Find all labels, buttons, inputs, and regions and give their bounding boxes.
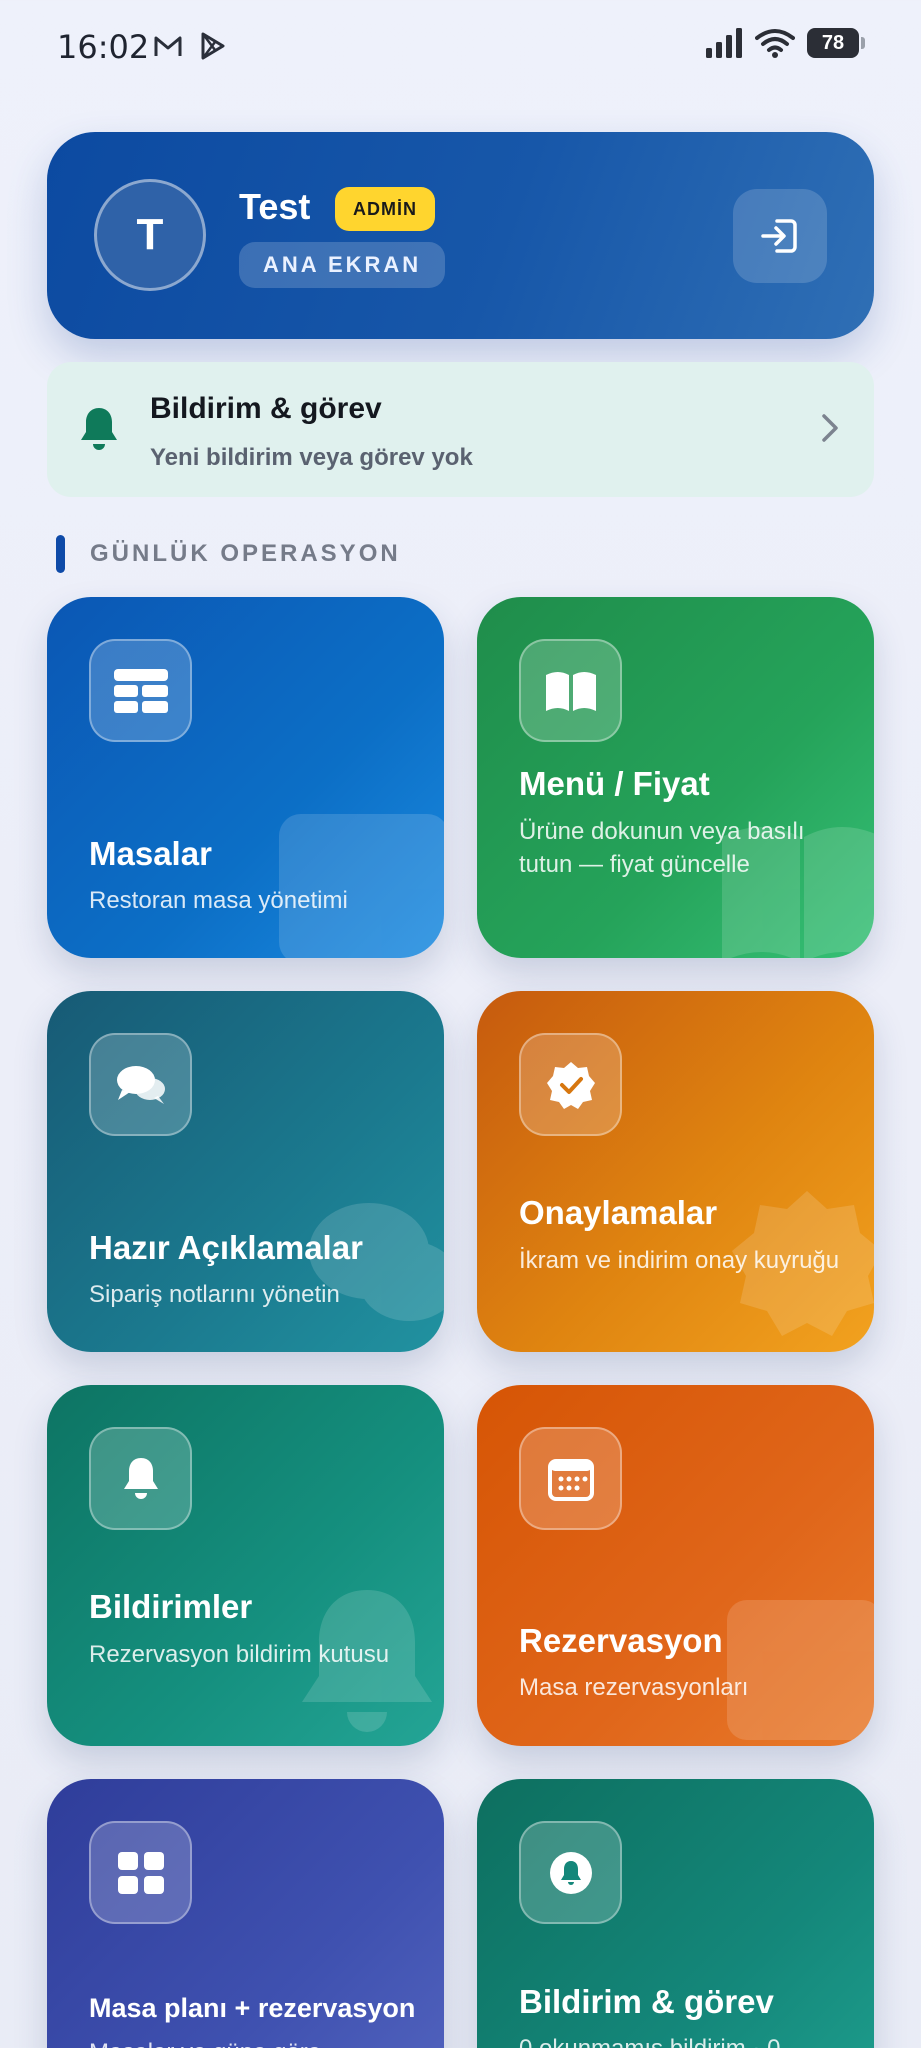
- logout-button[interactable]: [733, 189, 827, 283]
- avatar-initial: T: [136, 210, 164, 259]
- tile-title: Onaylamalar: [519, 1194, 718, 1231]
- status-bar: 16:02 78: [0, 0, 921, 92]
- tile-subtitle: 0 okunmamış bildirim · 0: [519, 2032, 849, 2048]
- tile-title: Hazır Açıklamalar: [89, 1229, 363, 1266]
- tile-subtitle: Masa rezervasyonları: [519, 1674, 749, 1701]
- calendar-icon: [547, 1458, 594, 1501]
- tile-title: Rezervasyon: [519, 1622, 723, 1659]
- signal-icon: [706, 28, 742, 58]
- tile-icon-box: [89, 639, 192, 742]
- tile-subtitle: Sipariş notlarını yönetin: [89, 1281, 340, 1308]
- notification-title: Bildirim & görev: [150, 392, 382, 425]
- tile-title: Menü / Fiyat: [519, 765, 710, 802]
- tile-title: Bildirimler: [89, 1588, 253, 1625]
- tile-rezervasyon[interactable]: Rezervasyon Masa rezervasyonları: [477, 1385, 874, 1746]
- table-grid-icon: [113, 668, 168, 713]
- section-title: GÜNLÜK OPERASYON: [90, 540, 401, 567]
- tile-icon-box: [519, 1033, 622, 1136]
- wifi-icon: [755, 29, 795, 58]
- tile-icon-box: [519, 1821, 622, 1924]
- tile-onaylamalar[interactable]: Onaylamalar İkram ve indirim onay kuyruğ…: [477, 991, 874, 1352]
- notification-task-bar[interactable]: Bildirim & görev Yeni bildirim veya göre…: [47, 362, 874, 497]
- tile-icon-box: [519, 639, 622, 742]
- tile-icon-box: [519, 1427, 622, 1530]
- calendar-ghost-icon: [727, 1600, 874, 1740]
- tile-title: Bildirim & görev: [519, 1983, 774, 2020]
- logout-icon: [761, 219, 797, 253]
- tile-masalar[interactable]: Masalar Restoran masa yönetimi: [47, 597, 444, 958]
- book-icon: [545, 671, 596, 711]
- verified-badge-icon: [546, 1061, 595, 1109]
- tile-subtitle: Ürüne dokunun veya basılı tutun — fiyat …: [519, 818, 805, 878]
- section-accent-bar: [56, 535, 65, 573]
- tile-menu-fiyat[interactable]: Menü / Fiyat Ürüne dokunun veya basılı t…: [477, 597, 874, 958]
- tile-icon-box: [89, 1821, 192, 1924]
- tile-title: Masa planı + rezervasyon: [89, 1993, 416, 2023]
- battery-level: 78: [821, 31, 845, 54]
- screen-label-chip: ANA EKRAN: [239, 242, 446, 288]
- role-badge: ADMİN: [335, 187, 435, 231]
- status-time: 16:02: [57, 28, 150, 66]
- tile-masa-plani-rezervasyon[interactable]: Masa planı + rezervasyon Masalar ve güne…: [47, 1779, 444, 2048]
- tile-title: Masalar: [89, 835, 212, 872]
- chevron-right-icon: [822, 414, 838, 442]
- battery-icon: 78: [807, 28, 865, 58]
- gmail-icon: [154, 36, 182, 56]
- dashboard-grid-icon: [117, 1851, 164, 1894]
- bell-circle-icon: [549, 1851, 592, 1894]
- user-name: Test: [239, 186, 311, 227]
- tile-subtitle: Masalar ve güne göre: [89, 2036, 419, 2048]
- tile-bildirim-gorev[interactable]: Bildirim & görev 0 okunmamış bildirim · …: [477, 1779, 874, 2048]
- tile-hazir-aciklamalar[interactable]: Hazır Açıklamalar Sipariş notlarını yöne…: [47, 991, 444, 1352]
- notification-subtitle: Yeni bildirim veya görev yok: [150, 444, 473, 471]
- bell-icon: [81, 408, 117, 450]
- tile-bildirimler[interactable]: Bildirimler Rezervasyon bildirim kutusu: [47, 1385, 444, 1746]
- chat-bubbles-icon: [116, 1065, 165, 1104]
- tile-subtitle: Restoran masa yönetimi: [89, 887, 348, 914]
- tile-icon-box: [89, 1033, 192, 1136]
- tile-icon-box: [89, 1427, 192, 1530]
- tile-subtitle: Rezervasyon bildirim kutusu: [89, 1641, 390, 1668]
- play-store-icon: [201, 32, 225, 60]
- bell-icon: [123, 1457, 158, 1499]
- tile-subtitle: İkram ve indirim onay kuyruğu: [519, 1247, 840, 1274]
- avatar[interactable]: T: [94, 179, 206, 291]
- user-header-card: T Test ADMİN ANA EKRAN: [47, 132, 874, 339]
